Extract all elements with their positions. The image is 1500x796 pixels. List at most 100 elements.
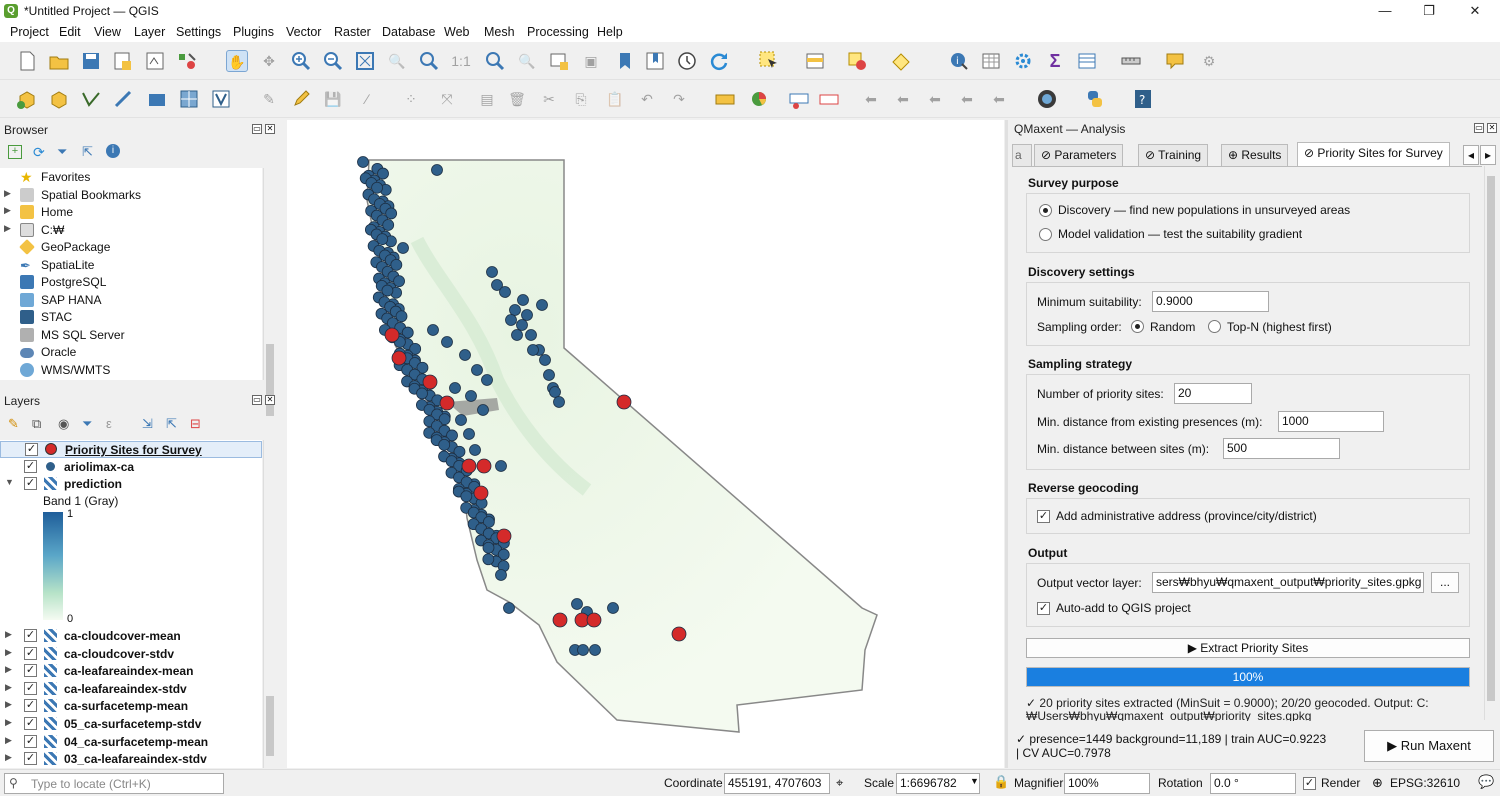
- expand-arrow-icon[interactable]: ▶: [4, 205, 11, 216]
- minimize-button[interactable]: —: [1362, 2, 1408, 22]
- browser-item-mssql[interactable]: MS SQL Server: [0, 327, 262, 344]
- menu-web[interactable]: Web: [444, 25, 469, 39]
- collapse-arrow-icon[interactable]: ▼: [5, 477, 14, 487]
- layer-visibility-checkbox[interactable]: ✓: [24, 717, 37, 730]
- browse-output-button[interactable]: ...: [1431, 572, 1459, 593]
- new-map-view-icon[interactable]: [548, 50, 570, 72]
- menu-project[interactable]: Project: [10, 25, 49, 39]
- float-panel-button[interactable]: ▭: [1474, 123, 1484, 133]
- panel-scrollbar[interactable]: [1484, 166, 1496, 720]
- toggle-extents-icon[interactable]: ⌖: [836, 775, 843, 791]
- menu-settings[interactable]: Settings: [176, 25, 221, 39]
- layer-row-raster[interactable]: ▶ ✓ ca-leafareaindex-mean: [0, 663, 262, 680]
- layer-row-raster[interactable]: ▶ ✓ 05_ca-surfacetemp-stdv: [0, 716, 262, 733]
- delete-selected-icon[interactable]: 🗑: [506, 88, 528, 110]
- menu-layer[interactable]: Layer: [134, 25, 165, 39]
- menu-view[interactable]: View: [94, 25, 121, 39]
- collapse-all-icon[interactable]: ⇱: [82, 144, 93, 160]
- select-features-icon[interactable]: [758, 50, 780, 72]
- layers-scrollbar[interactable]: [263, 440, 276, 768]
- expand-arrow-icon[interactable]: ▶: [5, 735, 12, 746]
- layer-visibility-checkbox[interactable]: ✓: [25, 443, 38, 456]
- tab-data[interactable]: a: [1012, 144, 1032, 166]
- render-checkbox[interactable]: ✓: [1303, 777, 1316, 790]
- highlight-labels-icon[interactable]: [818, 88, 840, 110]
- layer-labeling-icon[interactable]: [714, 88, 736, 110]
- redo-icon[interactable]: ↷: [668, 88, 690, 110]
- digitize-line-icon[interactable]: ∕: [356, 88, 378, 110]
- scale-dropdown-icon[interactable]: ▼: [970, 776, 979, 786]
- expand-arrow-icon[interactable]: ▶: [4, 188, 11, 199]
- scale-input[interactable]: 1:6696782: [896, 773, 980, 794]
- paste-features-icon[interactable]: 📋: [604, 88, 626, 110]
- browser-item-bookmarks[interactable]: ▶ Spatial Bookmarks: [0, 187, 262, 204]
- new-geopackage-icon[interactable]: [48, 88, 70, 110]
- rotate-label-icon[interactable]: ⬅: [892, 88, 914, 110]
- menu-vector[interactable]: Vector: [286, 25, 321, 39]
- tab-results[interactable]: ⊕ Results: [1221, 144, 1289, 166]
- add-mesh-icon[interactable]: [146, 88, 168, 110]
- expand-arrow-icon[interactable]: ▶: [5, 664, 12, 675]
- properties-icon[interactable]: i: [106, 144, 120, 158]
- deselect-icon[interactable]: [846, 50, 868, 72]
- zoom-full-icon[interactable]: [354, 50, 376, 72]
- toggle-editing-icon[interactable]: [290, 88, 312, 110]
- add-group-icon[interactable]: ⧉: [32, 416, 41, 432]
- save-as-icon[interactable]: [112, 50, 134, 72]
- run-maxent-button[interactable]: ▶ Run Maxent: [1364, 730, 1494, 762]
- layer-row-raster[interactable]: ▶ ✓ ca-cloudcover-stdv: [0, 646, 262, 663]
- filter-expression-icon[interactable]: ε: [106, 416, 112, 431]
- temporal-controller-icon[interactable]: [676, 50, 698, 72]
- manage-visibility-icon[interactable]: ◉: [58, 416, 69, 432]
- add-raster-icon[interactable]: [112, 88, 134, 110]
- layer-row-prediction[interactable]: ▼ ✓ prediction: [0, 476, 262, 493]
- browser-item-favorites[interactable]: ★ Favorites: [0, 169, 262, 186]
- validation-radio[interactable]: [1039, 228, 1052, 241]
- data-source-manager-icon[interactable]: [16, 88, 38, 110]
- coordinate-input[interactable]: 455191, 4707603: [724, 773, 830, 794]
- crs-label[interactable]: EPSG:32610: [1390, 776, 1460, 790]
- layer-row-raster[interactable]: ▶ ✓ ca-leafareaindex-stdv: [0, 681, 262, 698]
- menu-plugins[interactable]: Plugins: [233, 25, 274, 39]
- float-panel-button[interactable]: ▭: [252, 124, 262, 134]
- map-tips-icon[interactable]: [1164, 50, 1186, 72]
- save-edits-icon[interactable]: 💾: [322, 88, 344, 110]
- python-console-icon[interactable]: [1084, 88, 1106, 110]
- discovery-radio[interactable]: [1039, 204, 1052, 217]
- current-edits-icon[interactable]: ✎: [258, 88, 280, 110]
- qmaxent-plugin-icon[interactable]: [1036, 88, 1058, 110]
- browser-item-spatialite[interactable]: ✒ SpatiaLite: [0, 257, 262, 274]
- close-panel-button[interactable]: ✕: [265, 124, 275, 134]
- autoadd-checkbox[interactable]: ✓: [1037, 602, 1050, 615]
- layer-visibility-checkbox[interactable]: ✓: [24, 735, 37, 748]
- dist-sites-input[interactable]: 500: [1223, 438, 1340, 459]
- pan-to-selection-icon[interactable]: ✥: [258, 50, 280, 72]
- attribute-table-icon[interactable]: [1076, 50, 1098, 72]
- lock-icon[interactable]: 🔒: [993, 774, 1009, 790]
- tab-priority-sites[interactable]: ⊘ Priority Sites for Survey: [1297, 142, 1450, 166]
- tab-scroll-right-icon[interactable]: ▸: [1480, 145, 1496, 165]
- browser-item-oracle[interactable]: Oracle: [0, 344, 262, 361]
- identify-icon[interactable]: i: [948, 50, 970, 72]
- layer-visibility-checkbox[interactable]: ✓: [24, 699, 37, 712]
- browser-item-geopackage[interactable]: GeoPackage: [0, 239, 262, 256]
- expand-arrow-icon[interactable]: ▶: [4, 223, 11, 234]
- refresh-browser-icon[interactable]: ⟳: [33, 144, 45, 161]
- show-hide-labels-icon[interactable]: ⬅: [956, 88, 978, 110]
- geocoding-checkbox[interactable]: ✓: [1037, 510, 1050, 523]
- select-location-icon[interactable]: [890, 50, 912, 72]
- expand-all-icon[interactable]: ⇲: [142, 416, 153, 432]
- browser-item-saphana[interactable]: SAP HANA: [0, 292, 262, 309]
- save-project-icon[interactable]: [80, 50, 102, 72]
- zoom-next-icon[interactable]: 🔍: [516, 50, 538, 72]
- maximize-button[interactable]: ❐: [1406, 2, 1452, 22]
- copy-features-icon[interactable]: ⎘: [570, 88, 592, 110]
- browser-scrollbar[interactable]: [263, 168, 276, 416]
- print-layout-icon[interactable]: [144, 50, 166, 72]
- edit-table-icon[interactable]: ▤: [476, 88, 498, 110]
- magnifier-input[interactable]: 100%: [1064, 773, 1150, 794]
- browser-item-wms[interactable]: WMS/WMTS: [0, 362, 262, 379]
- close-panel-button[interactable]: ✕: [1487, 123, 1497, 133]
- float-panel-button[interactable]: ▭: [252, 395, 262, 405]
- settings-gear-icon[interactable]: ⚙: [1198, 50, 1220, 72]
